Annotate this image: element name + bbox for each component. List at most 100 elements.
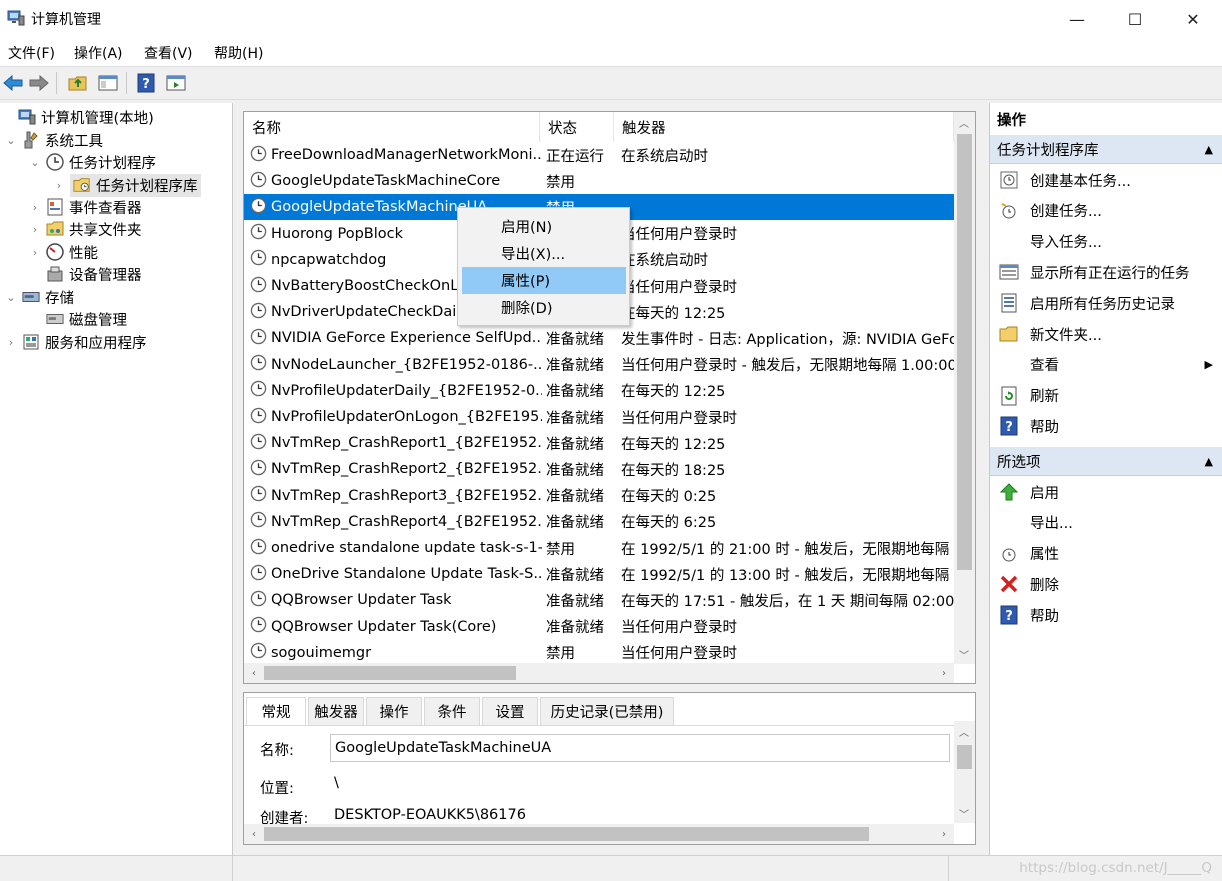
table-row[interactable]: onedrive standalone update task-s-1-... 禁…: [244, 535, 954, 561]
table-row[interactable]: NvProfileUpdaterOnLogon_{B2FE195... 准备就绪当…: [244, 404, 954, 430]
tab-triggers[interactable]: 触发器: [308, 697, 364, 725]
action-lib-2[interactable]: 导入任务...: [990, 227, 1222, 257]
table-row[interactable]: NVIDIA GeForce Experience SelfUpd... 准备就绪…: [244, 325, 954, 351]
help-button[interactable]: ?: [134, 71, 158, 95]
table-row[interactable]: NvNodeLauncher_{B2FE1952-0186-... 准备就绪 当任何…: [244, 352, 954, 378]
tree-item-task-scheduler[interactable]: ⌄ 任务计划程序: [28, 151, 156, 173]
menu-file[interactable]: 文件(F): [8, 43, 55, 63]
tree-item-performance[interactable]: › 性能: [28, 241, 98, 263]
tab-actions[interactable]: 操作: [366, 697, 422, 725]
context-export[interactable]: 导出(X)...: [462, 240, 626, 267]
scroll-up-icon[interactable]: ︿: [954, 721, 974, 741]
close-button[interactable]: ✕: [1164, 0, 1222, 38]
maximize-button[interactable]: ☐: [1106, 0, 1164, 38]
column-header-trigger[interactable]: 触发器: [614, 112, 954, 142]
scroll-thumb[interactable]: [264, 666, 516, 680]
action-sel-4[interactable]: ? 帮助: [990, 600, 1222, 630]
up-folder-button[interactable]: [66, 71, 90, 95]
expand-icon[interactable]: ›: [28, 246, 42, 259]
tree-item-device-manager[interactable]: 设备管理器: [28, 263, 142, 285]
menu-action[interactable]: 操作(A): [74, 43, 123, 63]
action-lib-6[interactable]: 查看 ▶: [990, 350, 1222, 380]
tab-settings[interactable]: 设置: [482, 697, 538, 725]
action-lib-5[interactable]: 新文件夹...: [990, 319, 1222, 349]
column-header-name[interactable]: 名称: [244, 112, 540, 142]
section-selected-item[interactable]: 所选项 ▲: [990, 447, 1222, 476]
expand-icon[interactable]: ›: [28, 201, 42, 214]
show-hide-tree-button[interactable]: [96, 71, 120, 95]
detail-vertical-scrollbar[interactable]: ︿ ﹀: [954, 721, 975, 823]
tree-item-computer-management[interactable]: 计算机管理(本地): [0, 106, 154, 128]
action-sel-2[interactable]: 属性: [990, 539, 1222, 569]
table-row[interactable]: NvProfileUpdaterDaily_{B2FE1952-0... 准备就绪…: [244, 378, 954, 404]
expand-icon[interactable]: ›: [28, 223, 42, 236]
table-row[interactable]: NvTmRep_CrashReport3_{B2FE1952... 准备就绪 在每天…: [244, 483, 954, 509]
context-delete[interactable]: 删除(D): [462, 294, 626, 321]
tree-item-services-and-applications[interactable]: › 服务和应用程序: [4, 331, 147, 353]
context-properties[interactable]: 属性(P): [462, 267, 626, 294]
action-lib-0[interactable]: 创建基本任务...: [990, 165, 1222, 195]
table-row[interactable]: QQBrowser Updater Task 准备就绪 在每天的 17:51 - 触…: [244, 587, 954, 613]
section-task-library[interactable]: 任务计划程序库 ▲: [990, 135, 1222, 164]
tree-item-storage[interactable]: ⌄ 存储: [4, 286, 74, 308]
table-row[interactable]: NvTmRep_CrashReport4_{B2FE1952... 准备就绪 在每天…: [244, 509, 954, 535]
action-lib-4[interactable]: 启用所有任务历史记录: [990, 288, 1222, 318]
table-row[interactable]: sogouimemgr 禁用 当任何用户登录时: [244, 640, 954, 666]
action-lib-7[interactable]: 刷新: [990, 381, 1222, 411]
action-sel-0[interactable]: 启用: [990, 477, 1222, 507]
minimize-button[interactable]: —: [1048, 0, 1106, 38]
table-row[interactable]: QQBrowser Updater Task(Core) 准备就绪 当任何用户登录时: [244, 614, 954, 640]
task-status: 准备就绪: [546, 567, 604, 584]
scroll-thumb[interactable]: [957, 745, 972, 769]
task-clock-icon: [250, 276, 271, 297]
computer-management-icon: [18, 108, 36, 126]
action-sel-1[interactable]: 导出...: [990, 508, 1222, 538]
tree-item-system-tools[interactable]: ⌄ 系统工具: [4, 129, 103, 151]
context-enable[interactable]: 启用(N): [462, 213, 626, 240]
scroll-right-icon[interactable]: ›: [934, 663, 954, 683]
detail-horizontal-scrollbar[interactable]: ‹ ›: [244, 824, 954, 844]
menu-view[interactable]: 查看(V): [144, 43, 193, 63]
table-row[interactable]: NvTmRep_CrashReport2_{B2FE1952... 准备就绪 在每天…: [244, 456, 954, 482]
back-button[interactable]: [1, 71, 25, 95]
expand-icon[interactable]: ›: [52, 179, 66, 192]
action-lib-3[interactable]: 显示所有正在运行的任务: [990, 257, 1222, 287]
tab-conditions[interactable]: 条件: [424, 697, 480, 725]
collapse-triangle-icon[interactable]: ▲: [1205, 143, 1213, 156]
tree-item-event-viewer[interactable]: › 事件查看器: [28, 196, 142, 218]
tab-general[interactable]: 常规: [246, 697, 306, 725]
action-sel-3[interactable]: 删除: [990, 569, 1222, 599]
horizontal-scrollbar[interactable]: ‹ ›: [244, 663, 954, 683]
maximize-icon: ☐: [1127, 9, 1143, 29]
vertical-scrollbar[interactable]: ︿ ﹀: [954, 112, 975, 664]
column-header-status[interactable]: 状态: [540, 112, 614, 142]
scroll-thumb[interactable]: [957, 134, 972, 570]
forward-button[interactable]: [27, 71, 51, 95]
name-field[interactable]: GoogleUpdateTaskMachineUA: [330, 734, 950, 762]
scroll-right-icon[interactable]: ›: [934, 824, 954, 844]
table-row[interactable]: NvTmRep_CrashReport1_{B2FE1952... 准备就绪 在每天…: [244, 430, 954, 456]
collapse-triangle-icon[interactable]: ▲: [1205, 455, 1213, 468]
scroll-left-icon[interactable]: ‹: [244, 663, 264, 683]
tree-item-shared-folders[interactable]: › 共享文件夹: [28, 218, 142, 240]
scroll-left-icon[interactable]: ‹: [244, 824, 264, 844]
menu-help[interactable]: 帮助(H): [214, 43, 263, 63]
expand-icon[interactable]: ›: [4, 336, 18, 349]
scroll-thumb[interactable]: [264, 827, 869, 841]
collapse-icon[interactable]: ⌄: [4, 134, 18, 147]
scroll-down-icon[interactable]: ﹀: [954, 644, 974, 664]
collapse-icon[interactable]: ⌄: [4, 291, 18, 304]
scroll-up-icon[interactable]: ︿: [954, 112, 974, 132]
show-action-pane-button[interactable]: [164, 71, 188, 95]
tab-history[interactable]: 历史记录(已禁用): [540, 697, 674, 725]
tree-item-task-scheduler-library[interactable]: › 任务计划程序库: [52, 173, 201, 197]
table-row[interactable]: GoogleUpdateTaskMachineCore 禁用: [244, 168, 954, 194]
tree-item-disk-management[interactable]: 磁盘管理: [28, 308, 127, 330]
action-lib-1[interactable]: 创建任务...: [990, 196, 1222, 226]
action-label: 新文件夹...: [1030, 327, 1102, 344]
collapse-icon[interactable]: ⌄: [28, 156, 42, 169]
scroll-down-icon[interactable]: ﹀: [954, 803, 974, 823]
table-row[interactable]: OneDrive Standalone Update Task-S... 准备就绪…: [244, 561, 954, 587]
action-lib-8[interactable]: ? 帮助: [990, 411, 1222, 441]
table-row[interactable]: FreeDownloadManagerNetworkMoni... 正在运行 在系统…: [244, 142, 954, 168]
